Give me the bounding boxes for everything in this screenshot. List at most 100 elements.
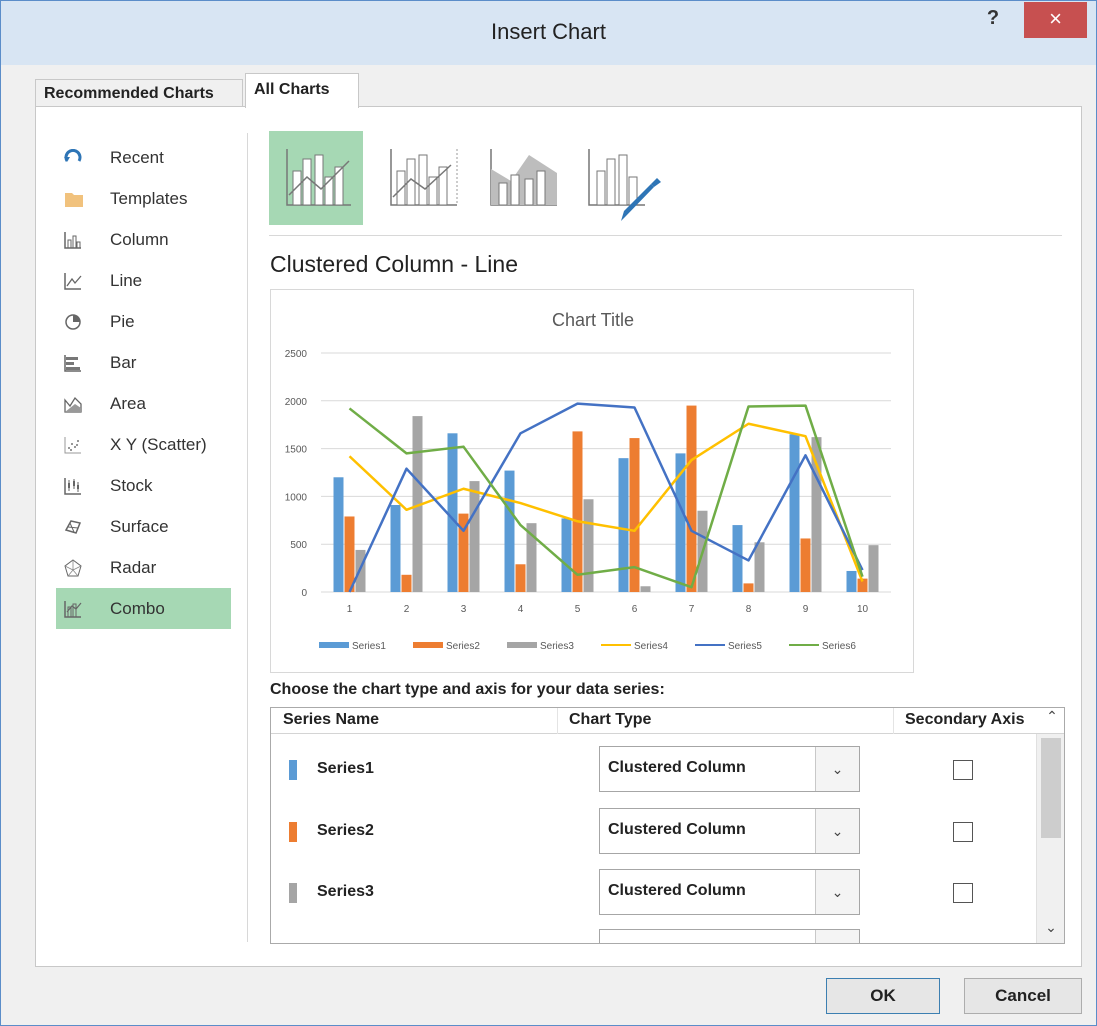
bar-series3-9 [811, 437, 822, 592]
bar-series1-1 [333, 477, 344, 592]
clustered-column-line-icon [286, 149, 351, 206]
secondary-axis-checkbox[interactable] [953, 943, 973, 944]
column-divider [893, 708, 894, 734]
y-tick-label: 500 [290, 540, 307, 551]
series-color-swatch [289, 760, 297, 780]
y-tick-label: 0 [301, 588, 307, 599]
sidebar-item-line[interactable]: Line [56, 260, 231, 301]
sidebar-item-label: Pie [110, 311, 135, 331]
series-row: Series1 Clustered Column ⌄ [271, 738, 1036, 800]
bar-series3-8 [754, 542, 765, 592]
x-tick-label: 10 [857, 604, 869, 615]
bar-series3-3 [469, 481, 480, 592]
subtype-stacked-area-clustered-column[interactable] [477, 131, 571, 225]
y-tick-label: 1500 [285, 445, 308, 456]
secondary-axis-checkbox[interactable] [953, 760, 973, 780]
sidebar-item-surface[interactable]: Surface [56, 506, 231, 547]
sidebar-item-label: Templates [110, 188, 188, 208]
column-divider [557, 708, 558, 734]
chevron-up-icon[interactable]: ⌃ [1043, 708, 1061, 725]
legend-entry: Series5 [728, 641, 762, 652]
subtype-clustered-column-line[interactable] [269, 131, 363, 225]
chevron-down-icon[interactable]: ⌄ [815, 809, 859, 853]
bar-series1-9 [789, 434, 800, 592]
chart-title: Chart Title [552, 310, 634, 330]
y-tick-label: 2500 [285, 349, 308, 360]
secondary-axis-checkbox[interactable] [953, 883, 973, 903]
surface-chart-icon [64, 518, 82, 536]
chart-type-dropdown[interactable] [599, 929, 860, 943]
bar-series1-4 [504, 470, 515, 592]
series-row [271, 921, 1036, 944]
x-tick-label: 5 [575, 604, 581, 615]
series-row: Series3 Clustered Column ⌄ [271, 861, 1036, 923]
legend-swatch [319, 642, 349, 648]
chevron-down-icon[interactable]: ⌄ [1041, 919, 1061, 936]
bar-series2-5 [572, 431, 583, 592]
sidebar-item-radar[interactable]: Radar [56, 547, 231, 588]
bar-series2-1 [344, 516, 355, 592]
subtype-custom-combination[interactable] [575, 131, 669, 225]
bar-series1-2 [390, 505, 401, 592]
series-table-header: Series Name Chart Type Secondary Axis [271, 708, 1064, 734]
stock-chart-icon [64, 477, 82, 495]
sidebar-item-area[interactable]: Area [56, 383, 231, 424]
chart-type-dropdown[interactable]: Clustered Column ⌄ [599, 746, 860, 792]
chevron-down-icon[interactable]: ⌄ [815, 870, 859, 914]
legend-entry: Series4 [634, 641, 668, 652]
series-color-swatch [289, 822, 297, 842]
dialog-title: Insert Chart [491, 19, 606, 44]
bar-series1-5 [561, 518, 572, 592]
close-button[interactable]: × [1024, 2, 1087, 38]
gallery-divider [269, 235, 1062, 236]
series-row: Series2 Clustered Column ⌄ [271, 800, 1036, 862]
sidebar-item-combo[interactable]: Combo [56, 588, 231, 629]
x-tick-label: 7 [689, 604, 695, 615]
sidebar-item-templates[interactable]: Templates [56, 178, 231, 219]
bar-series2-7 [686, 405, 697, 592]
sidebar-item-label: X Y (Scatter) [110, 434, 207, 454]
tab-recommended-charts[interactable]: Recommended Charts [35, 79, 243, 107]
x-tick-label: 6 [632, 604, 638, 615]
stacked-area-clustered-column-icon [490, 149, 557, 206]
sidebar-item-stock[interactable]: Stock [56, 465, 231, 506]
secondary-axis-checkbox[interactable] [953, 822, 973, 842]
chevron-down-icon[interactable] [815, 930, 859, 943]
chart-preview: Chart Title 0 500 1000 1500 2000 2500 1 2 3 4 5 6 7 8 9… [270, 289, 914, 673]
chevron-down-icon[interactable]: ⌄ [815, 747, 859, 791]
sidebar-divider [247, 133, 248, 942]
series-name: Series1 [317, 760, 374, 777]
ok-button[interactable]: OK [826, 978, 940, 1014]
sidebar-item-pie[interactable]: Pie [56, 301, 231, 342]
area-chart-icon [64, 395, 82, 413]
custom-combination-icon [588, 149, 661, 221]
sidebar-item-column[interactable]: Column [56, 219, 231, 260]
header-secondary-axis: Secondary Axis [905, 711, 1025, 728]
header-series-name: Series Name [283, 711, 380, 728]
sidebar-item-label: Line [110, 270, 143, 290]
sidebar-item-label: Combo [110, 598, 165, 618]
series-table-scrollbar[interactable]: ⌃ ⌄ [1036, 708, 1064, 943]
legend-entry: Series2 [446, 641, 480, 652]
y-tick-label: 1000 [285, 492, 308, 503]
tab-all-charts[interactable]: All Charts [245, 73, 359, 108]
sidebar-item-xy-scatter[interactable]: X Y (Scatter) [56, 424, 231, 465]
cancel-button[interactable]: Cancel [964, 978, 1082, 1014]
sidebar-item-recent[interactable]: Recent [56, 137, 231, 178]
scrollbar-thumb[interactable] [1041, 738, 1061, 838]
bar-series2-2 [401, 574, 412, 592]
chart-type-dropdown[interactable]: Clustered Column ⌄ [599, 808, 860, 854]
chart-category-list: Recent Templates Column Line Pie Bar Are… [56, 137, 231, 629]
bar-series3-10 [868, 545, 879, 592]
combo-chart-icon [64, 600, 82, 618]
chart-type-value: Clustered Column [608, 821, 746, 838]
sidebar-item-bar[interactable]: Bar [56, 342, 231, 383]
subtype-clustered-column-line-secondary-axis[interactable] [377, 131, 471, 225]
help-button[interactable]: ? [979, 7, 1007, 33]
bar-series2-9 [800, 538, 811, 592]
bar-chart-icon [64, 354, 82, 372]
chart-type-dropdown[interactable]: Clustered Column ⌄ [599, 869, 860, 915]
chart-type-value: Clustered Column [608, 759, 746, 776]
y-tick-label: 2000 [285, 397, 308, 408]
legend-swatch [507, 642, 537, 648]
